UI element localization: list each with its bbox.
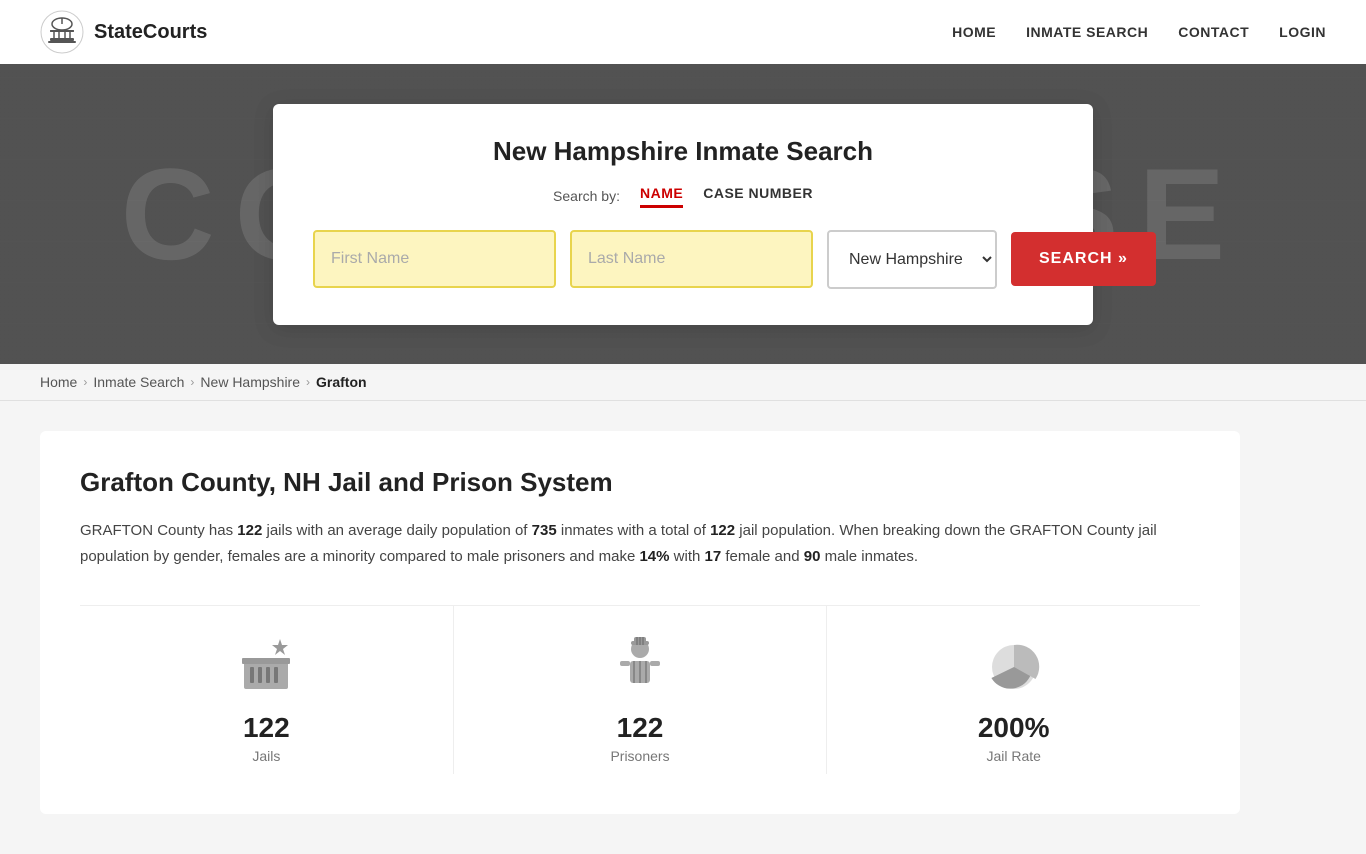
stat-jail-rate-label: Jail Rate bbox=[986, 748, 1040, 764]
desc-female-count: 17 bbox=[705, 548, 722, 565]
chart-icon bbox=[979, 630, 1049, 700]
stat-prisoners-number: 122 bbox=[617, 712, 664, 744]
prisoner-icon bbox=[605, 630, 675, 700]
search-fields: New HampshireAlabamaAlaskaArizonaArkansa… bbox=[313, 230, 1053, 289]
stat-jails-label: Jails bbox=[252, 748, 280, 764]
content-description: GRAFTON County has 122 jails with an ave… bbox=[80, 518, 1200, 569]
stat-jail-rate-number: 200% bbox=[978, 712, 1050, 744]
breadcrumb-sep-2: › bbox=[190, 375, 194, 389]
desc-part7: male inmates. bbox=[820, 548, 918, 565]
tab-case-number[interactable]: CASE NUMBER bbox=[703, 185, 813, 208]
desc-male-count: 90 bbox=[804, 548, 821, 565]
breadcrumb-home[interactable]: Home bbox=[40, 374, 77, 390]
header: StateCourts HOME INMATE SEARCH CONTACT L… bbox=[0, 0, 1366, 64]
main-content: Grafton County, NH Jail and Prison Syste… bbox=[0, 401, 1366, 854]
nav-inmate-search[interactable]: INMATE SEARCH bbox=[1026, 24, 1148, 40]
desc-jails: 122 bbox=[237, 522, 262, 539]
desc-total-jail-pop: 122 bbox=[710, 522, 735, 539]
search-by-label: Search by: bbox=[553, 188, 620, 204]
breadcrumb: Home › Inmate Search › New Hampshire › G… bbox=[0, 364, 1366, 401]
content-title: Grafton County, NH Jail and Prison Syste… bbox=[80, 467, 1200, 498]
first-name-input[interactable] bbox=[313, 230, 556, 288]
search-by-row: Search by: NAME CASE NUMBER bbox=[313, 185, 1053, 208]
hero-section: COURTHOUSE New Hampshire Inmate Search S… bbox=[0, 64, 1366, 364]
breadcrumb-sep-1: › bbox=[83, 375, 87, 389]
stat-prisoners-label: Prisoners bbox=[610, 748, 669, 764]
last-name-input[interactable] bbox=[570, 230, 813, 288]
search-button[interactable]: SEARCH » bbox=[1011, 232, 1156, 286]
nav-login[interactable]: LOGIN bbox=[1279, 24, 1326, 40]
stats-row: 122 Jails bbox=[80, 605, 1200, 774]
nav-contact[interactable]: CONTACT bbox=[1178, 24, 1249, 40]
logo-link[interactable]: StateCourts bbox=[40, 10, 207, 54]
stat-jails: 122 Jails bbox=[80, 606, 454, 774]
stat-prisoners: 122 Prisoners bbox=[454, 606, 828, 774]
content-card: Grafton County, NH Jail and Prison Syste… bbox=[40, 431, 1240, 814]
breadcrumb-sep-3: › bbox=[306, 375, 310, 389]
logo-icon bbox=[40, 10, 84, 54]
desc-part3: inmates with a total of bbox=[557, 522, 710, 539]
breadcrumb-current: Grafton bbox=[316, 374, 367, 390]
desc-avg-pop: 735 bbox=[532, 522, 557, 539]
breadcrumb-nh[interactable]: New Hampshire bbox=[200, 374, 300, 390]
search-card-title: New Hampshire Inmate Search bbox=[313, 136, 1053, 167]
stat-jail-rate: 200% Jail Rate bbox=[827, 606, 1200, 774]
breadcrumb-inmate-search[interactable]: Inmate Search bbox=[93, 374, 184, 390]
search-card: New Hampshire Inmate Search Search by: N… bbox=[273, 104, 1093, 325]
jail-icon bbox=[231, 630, 301, 700]
desc-part2: jails with an average daily population o… bbox=[262, 522, 531, 539]
desc-part1: GRAFTON County has bbox=[80, 522, 237, 539]
main-nav: HOME INMATE SEARCH CONTACT LOGIN bbox=[952, 24, 1326, 40]
desc-part6: female and bbox=[721, 548, 804, 565]
stat-jails-number: 122 bbox=[243, 712, 290, 744]
state-select[interactable]: New HampshireAlabamaAlaskaArizonaArkansa… bbox=[827, 230, 997, 289]
nav-home[interactable]: HOME bbox=[952, 24, 996, 40]
tab-name[interactable]: NAME bbox=[640, 185, 683, 208]
desc-part5: with bbox=[670, 548, 705, 565]
desc-female-pct: 14% bbox=[639, 548, 669, 565]
logo-text: StateCourts bbox=[94, 21, 207, 44]
